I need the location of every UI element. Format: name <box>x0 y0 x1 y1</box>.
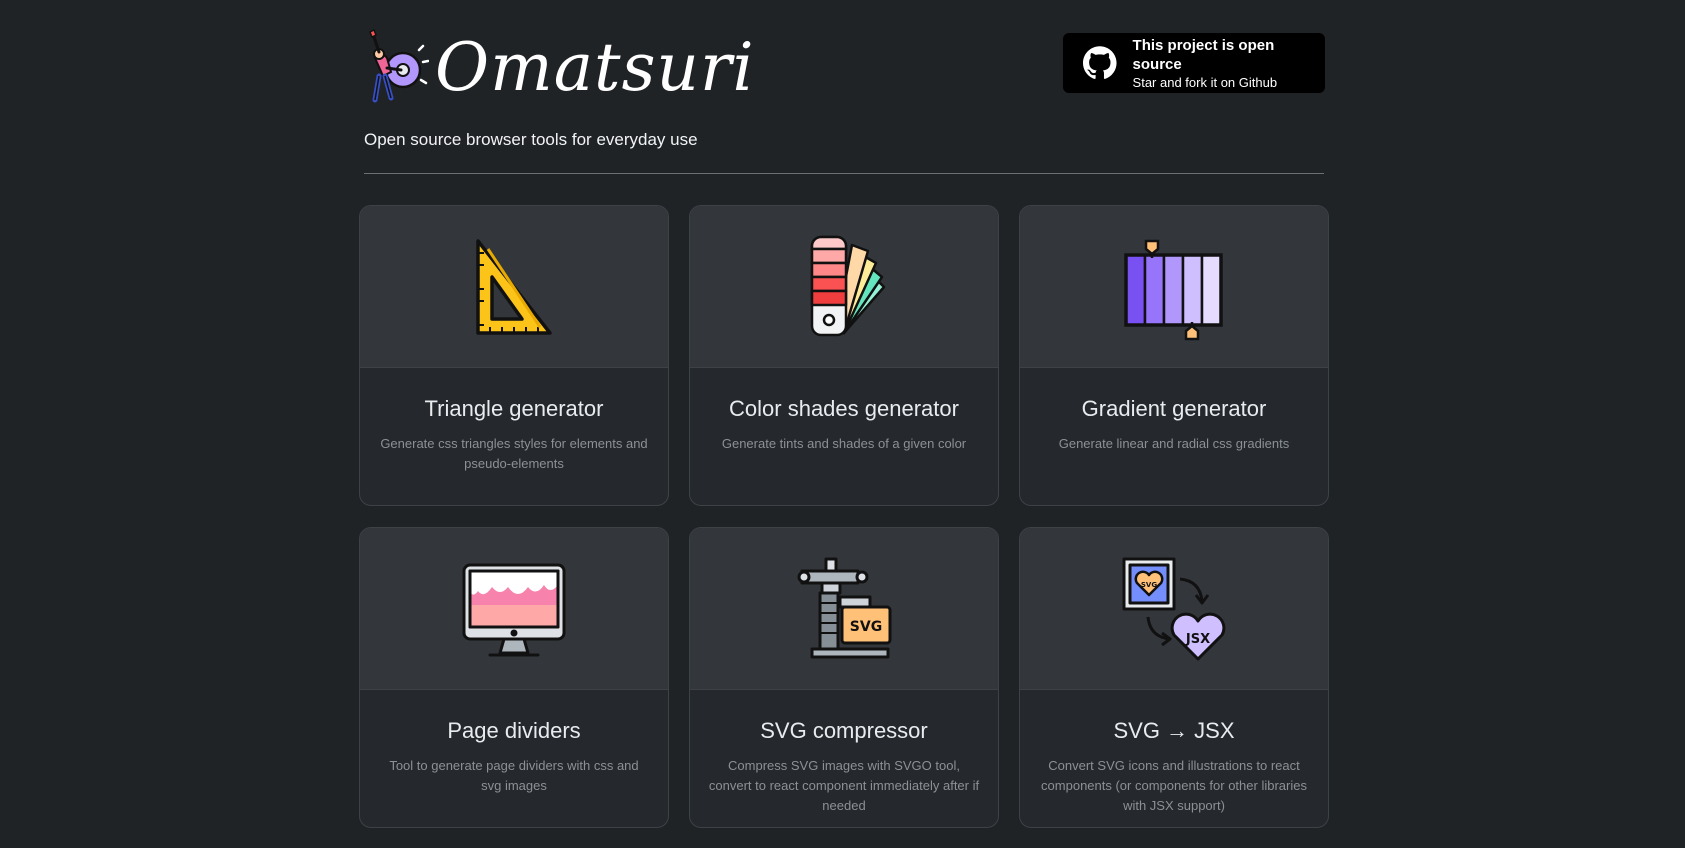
card-description: Generate linear and radial css gradients <box>1058 436 1290 451</box>
card-image <box>360 528 668 690</box>
card-description: Tool to generate page dividers with css … <box>389 758 639 793</box>
monitor-icon <box>462 563 566 656</box>
tool-card-page-dividers[interactable]: Page dividers Tool to generate page divi… <box>359 527 669 828</box>
github-title: This project is open source <box>1132 36 1275 73</box>
tool-card-gradient-generator[interactable]: Gradient generator Generate linear and r… <box>1019 205 1329 506</box>
card-image: SVG <box>690 528 998 690</box>
set-square-icon <box>476 238 552 335</box>
drummer-logo-icon <box>369 28 429 103</box>
card-description: Generate css triangles styles for elemen… <box>380 436 648 471</box>
github-icon <box>1083 46 1117 79</box>
card-image: SVG JSX <box>1020 528 1328 690</box>
gradient-icon <box>1124 239 1223 340</box>
card-title: Color shades generator <box>729 396 959 421</box>
card-description: Convert SVG icons and illustrations to r… <box>1041 758 1307 813</box>
svg-text:SVG: SVG <box>1141 581 1157 589</box>
github-subtitle: Star and fork it on Github <box>1132 74 1278 90</box>
card-description: Generate tints and shades of a given col… <box>721 436 967 451</box>
brand-logo[interactable]: Omatsuri <box>359 28 755 108</box>
tool-card-svg-to-jsx[interactable]: SVG JSX SVG → JSX Convert SVG icons and … <box>1019 527 1329 828</box>
card-title: Page dividers <box>447 718 581 743</box>
card-image <box>1020 206 1328 368</box>
tool-card-color-shades-generator[interactable]: Color shades generator Generate tints an… <box>689 205 999 506</box>
card-title: Gradient generator <box>1081 396 1267 421</box>
tool-card-svg-compressor[interactable]: SVG SVG compressor Compress SVG images w… <box>689 527 999 828</box>
card-title: SVG → JSX <box>1113 718 1235 743</box>
header: Omatsuri This project is open source Sta… <box>359 28 1325 108</box>
color-palette-icon <box>810 235 886 336</box>
card-title: SVG compressor <box>760 718 928 743</box>
github-button[interactable]: This project is open source Star and for… <box>1063 33 1325 93</box>
svg-text:SVG: SVG <box>850 619 882 635</box>
svg-text:JSX: JSX <box>1185 632 1210 647</box>
svg-to-jsx-icon: SVG JSX <box>1122 557 1226 660</box>
card-description: Compress SVG images with SVGO tool, conv… <box>708 758 980 813</box>
card-image <box>360 206 668 368</box>
tagline: Open source browser tools for everyday u… <box>364 130 698 149</box>
tools-grid: Triangle generator Generate css triangle… <box>359 205 1329 828</box>
card-image <box>690 206 998 368</box>
tool-card-triangle-generator[interactable]: Triangle generator Generate css triangle… <box>359 205 669 506</box>
card-title: Triangle generator <box>424 396 604 421</box>
brand-name: Omatsuri <box>435 29 755 106</box>
header-divider <box>364 173 1324 174</box>
clamp-icon: SVG <box>797 557 892 658</box>
